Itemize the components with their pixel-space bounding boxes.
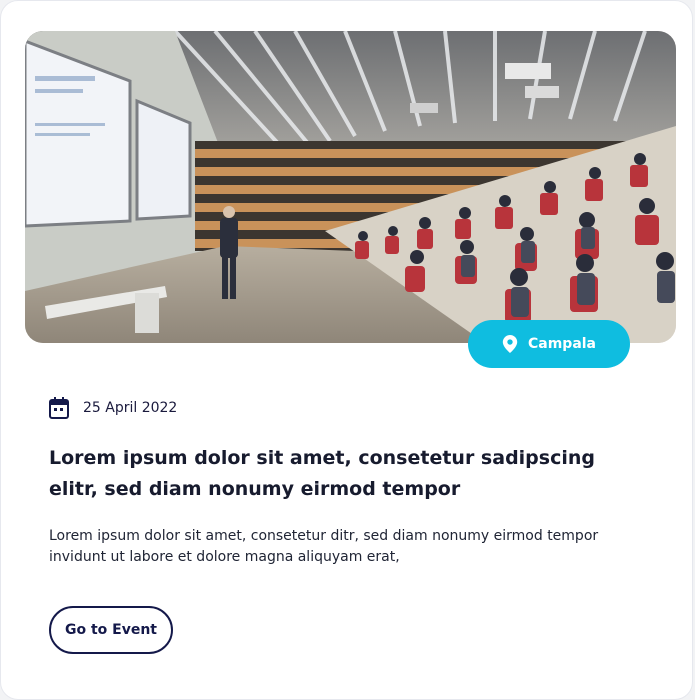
event-description: Lorem ipsum dolor sit amet, consetetur d… bbox=[49, 526, 629, 568]
event-photo bbox=[25, 31, 676, 343]
calendar-icon bbox=[49, 397, 69, 419]
event-date: 25 April 2022 bbox=[49, 397, 177, 419]
location-label: Campala bbox=[527, 336, 597, 352]
lecture-hall-image bbox=[25, 31, 676, 343]
map-pin-icon bbox=[502, 335, 518, 353]
event-title: Lorem ipsum dolor sit amet, consetetur s… bbox=[49, 443, 609, 505]
event-card: Campala 25 April 2022 Lorem ipsum dolor … bbox=[0, 0, 693, 700]
description-line-1: Lorem ipsum dolor sit amet, consetetur d… bbox=[49, 528, 599, 544]
description-line-2: invidunt ut labore et dolore magna aliqu… bbox=[49, 549, 400, 565]
date-text: 25 April 2022 bbox=[83, 400, 178, 416]
go-to-event-button[interactable]: Go to Event bbox=[49, 606, 173, 654]
title-line-1: Lorem ipsum dolor sit amet, consetetur s… bbox=[49, 447, 595, 469]
location-badge[interactable]: Campala bbox=[468, 320, 630, 368]
title-line-2: elitr, sed diam nonumy eirmod tempor bbox=[49, 478, 461, 500]
